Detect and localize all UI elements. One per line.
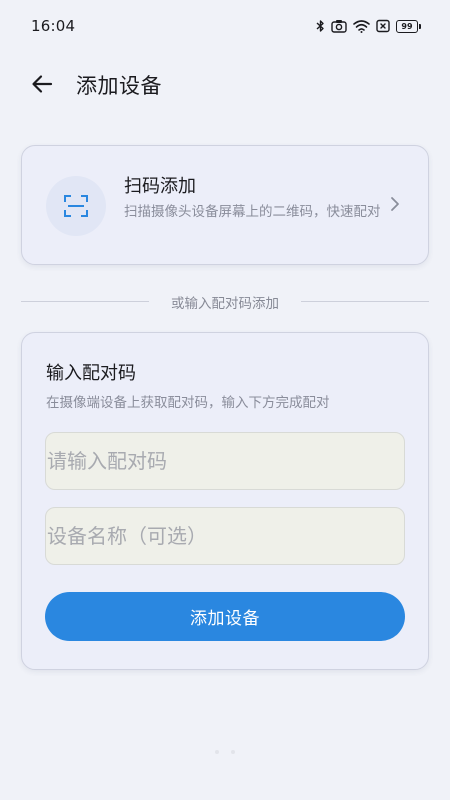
status-bar: 16:04 99 xyxy=(0,0,450,52)
header: 添加设备 xyxy=(0,60,450,106)
page-title: 添加设备 xyxy=(76,74,162,98)
chevron-right-icon xyxy=(391,197,399,211)
add-device-button[interactable]: 添加设备 xyxy=(45,592,405,641)
battery-level: 99 xyxy=(396,19,418,33)
wifi-icon xyxy=(353,20,370,33)
divider-text: 或输入配对码添加 xyxy=(171,296,279,312)
home-indicator xyxy=(215,750,235,756)
battery-tip xyxy=(419,23,421,29)
pair-code-card: 输入配对码 在摄像端设备上获取配对码，输入下方完成配对 添加设备 xyxy=(21,332,429,670)
battery-icon: 99 xyxy=(396,19,421,33)
device-name-input[interactable] xyxy=(45,507,405,565)
home-indicator-dot xyxy=(231,750,235,754)
pair-code-input[interactable] xyxy=(45,432,405,490)
or-divider: 或输入配对码添加 xyxy=(21,290,429,312)
status-icons: 99 xyxy=(316,18,421,34)
pair-code-description: 在摄像端设备上获取配对码，输入下方完成配对 xyxy=(46,395,330,411)
qr-scan-icon xyxy=(64,195,88,217)
bluetooth-icon xyxy=(316,20,324,32)
scan-add-card[interactable]: 扫码添加 扫描摄像头设备屏幕上的二维码，快速配对 xyxy=(21,145,429,265)
status-time: 16:04 xyxy=(31,17,76,35)
scan-add-description: 扫描摄像头设备屏幕上的二维码，快速配对 xyxy=(124,204,381,220)
pair-code-title: 输入配对码 xyxy=(46,363,136,384)
back-button[interactable] xyxy=(26,68,58,100)
home-indicator-dot xyxy=(215,750,219,754)
camera-icon xyxy=(331,20,347,33)
sim-close-icon xyxy=(376,19,390,33)
divider-line-right xyxy=(301,301,429,302)
scan-icon-badge xyxy=(46,176,106,236)
arrow-left-icon xyxy=(32,75,53,93)
scan-add-title: 扫码添加 xyxy=(124,176,196,197)
